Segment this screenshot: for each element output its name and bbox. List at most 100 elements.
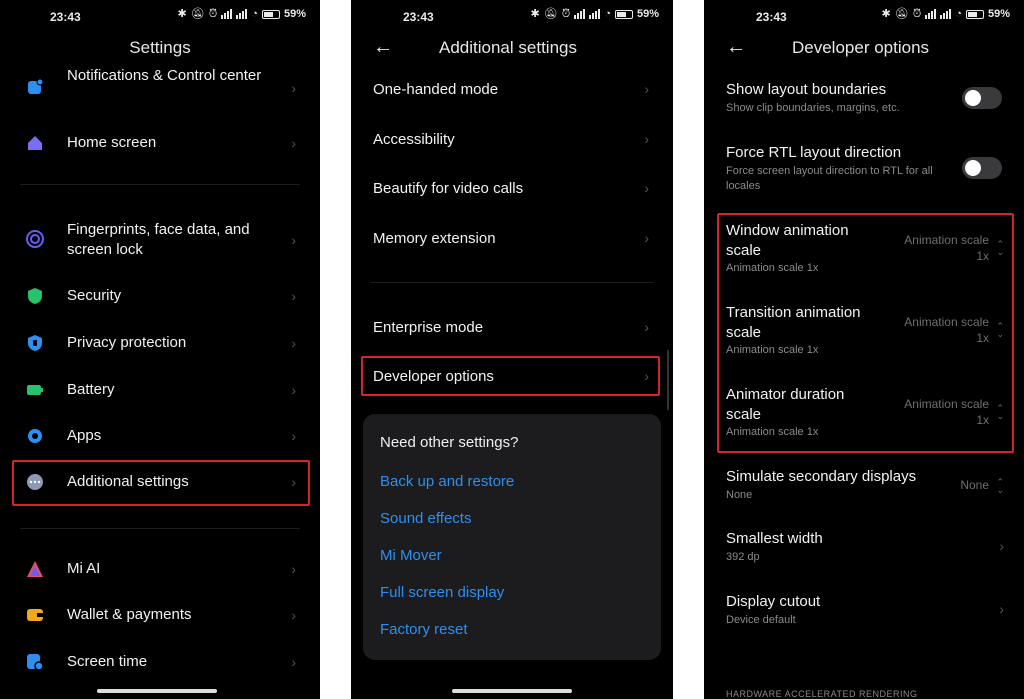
- status-icons: ✱ 🔕︎ ⏰︎ ◔ 59%: [882, 8, 1010, 20]
- wifi-icon: ◔: [604, 8, 611, 20]
- page-title: Settings: [129, 38, 191, 57]
- status-icons: ✱ 🔕︎ ⏰︎ ◔ 59%: [531, 8, 659, 20]
- settings-item-notifications[interactable]: Notifications & Control center ›: [0, 66, 320, 110]
- link-back-up-restore[interactable]: Back up and restore: [380, 473, 514, 490]
- settings-item-screen-time[interactable]: Screen time ›: [0, 648, 320, 676]
- link-sound-effects[interactable]: Sound effects: [380, 510, 471, 527]
- status-time: 23:43: [756, 10, 787, 24]
- settings-item-wallet[interactable]: Wallet & payments ›: [0, 601, 320, 629]
- home-indicator[interactable]: [452, 689, 572, 693]
- list-item-label: One-handed mode: [373, 81, 499, 98]
- chevron-right-icon: ›: [291, 654, 296, 670]
- chevron-right-icon: ›: [291, 428, 296, 444]
- bluetooth-icon: ✱: [881, 8, 891, 20]
- chevron-right-icon: ›: [644, 230, 649, 246]
- privacy-icon: [26, 334, 44, 352]
- scrollbar[interactable]: [667, 350, 669, 410]
- back-arrow-icon[interactable]: ←: [373, 36, 393, 58]
- bluetooth-icon: ✱: [177, 8, 187, 20]
- fingerprint-icon: [26, 230, 44, 248]
- chevron-right-icon: ›: [291, 232, 296, 248]
- settings-item-privacy[interactable]: Privacy protection ›: [0, 329, 320, 357]
- additional-item-accessibility[interactable]: Accessibility ›: [351, 128, 673, 152]
- section-caption: HARDWARE ACCELERATED RENDERING: [726, 689, 918, 699]
- additional-item-one-handed[interactable]: One-handed mode ›: [351, 78, 673, 102]
- mute-bell-icon: 🔕︎: [190, 8, 205, 20]
- chevron-right-icon: ›: [291, 80, 296, 96]
- settings-item-security[interactable]: Security ›: [0, 282, 320, 310]
- highlight-box: [361, 356, 660, 396]
- mute-bell-icon: 🔕︎: [894, 8, 909, 20]
- highlight-box: [717, 213, 1014, 453]
- wifi-icon: ◔: [955, 8, 962, 20]
- link-mi-mover[interactable]: Mi Mover: [380, 547, 442, 564]
- link-full-screen-display[interactable]: Full screen display: [380, 584, 504, 601]
- divider: [20, 184, 300, 185]
- battery-status-icon: [261, 9, 280, 19]
- settings-item-home-screen[interactable]: Home screen ›: [0, 128, 320, 158]
- setting-title: Force RTL layout direction: [726, 144, 902, 161]
- setting-title: Simulate secondary displays: [726, 468, 917, 485]
- chevron-right-icon: ›: [291, 288, 296, 304]
- back-arrow-icon[interactable]: ←: [726, 36, 746, 58]
- chevron-right-icon: ›: [291, 561, 296, 577]
- home-indicator[interactable]: [97, 689, 217, 693]
- setting-subtitle: Force screen layout direction to RTL for…: [726, 165, 933, 192]
- settings-item-label: Screen time: [67, 653, 148, 670]
- list-item-label: Accessibility: [373, 131, 455, 148]
- battery-percent: 59%: [636, 8, 659, 20]
- alarm-icon: ⏰︎: [912, 8, 922, 20]
- link-factory-reset[interactable]: Factory reset: [380, 621, 468, 638]
- alarm-icon: ⏰︎: [208, 8, 218, 20]
- apps-gear-icon: [26, 427, 44, 445]
- status-time: 23:43: [50, 10, 81, 24]
- chevron-right-icon: ›: [999, 538, 1004, 554]
- layout-boundaries-toggle[interactable]: [962, 87, 1002, 109]
- battery-status-icon: [614, 9, 633, 19]
- alarm-icon: ⏰︎: [561, 8, 571, 20]
- settings-item-label: Mi AI: [67, 560, 101, 577]
- settings-item-label: Battery: [67, 381, 115, 398]
- notifications-icon: [26, 78, 44, 96]
- additional-item-memory[interactable]: Memory extension ›: [351, 227, 673, 251]
- battery-status-icon: [965, 9, 984, 19]
- battery-percent: 59%: [987, 8, 1010, 20]
- chevron-right-icon: ›: [644, 180, 649, 196]
- settings-screen: 23:43 ✱ 🔕︎ ⏰︎ ◔ 59% Settings Notificatio…: [0, 0, 320, 699]
- status-time: 23:43: [403, 10, 434, 24]
- additional-settings-screen: 23:43 ✱ 🔕︎ ⏰︎ ◔ 59% ← Additional setting…: [351, 0, 673, 699]
- battery-percent: 59%: [283, 8, 306, 20]
- other-settings-card: Need other settings? Back up and restore…: [363, 414, 661, 660]
- additional-item-beautify[interactable]: Beautify for video calls ›: [351, 177, 673, 201]
- status-icons: ✱ 🔕︎ ⏰︎ ◔ 59%: [178, 8, 306, 20]
- chevron-right-icon: ›: [644, 319, 649, 335]
- screen-time-icon: [26, 653, 44, 671]
- developer-options-screen: 23:43 ✱ 🔕︎ ⏰︎ ◔ 59% ← Developer options …: [704, 0, 1024, 699]
- settings-item-battery[interactable]: Battery ›: [0, 376, 320, 404]
- setting-value: None: [960, 478, 989, 492]
- settings-item-fingerprints[interactable]: Fingerprints, face data, and screen lock…: [0, 218, 320, 262]
- page-title: Developer options: [792, 38, 930, 57]
- additional-item-enterprise[interactable]: Enterprise mode ›: [351, 316, 673, 340]
- signal-icon-2: [940, 9, 952, 19]
- chevron-right-icon: ›: [291, 135, 296, 151]
- list-item-label: Enterprise mode: [373, 319, 484, 336]
- status-bar: 23:43 ✱ 🔕︎ ⏰︎ ◔ 59%: [351, 0, 673, 34]
- up-down-arrows-icon: ⌃ ⌄: [996, 477, 1004, 495]
- setting-title: Display cutout: [726, 593, 821, 610]
- setting-subtitle: 392 dp: [726, 551, 760, 563]
- page-title: Additional settings: [439, 38, 577, 57]
- settings-item-mi-ai[interactable]: Mi AI ›: [0, 555, 320, 583]
- status-bar: 23:43 ✱ 🔕︎ ⏰︎ ◔ 59%: [704, 0, 1024, 34]
- settings-item-apps[interactable]: Apps ›: [0, 422, 320, 450]
- home-icon: [26, 134, 44, 152]
- signal-icon-2: [236, 9, 248, 19]
- highlight-box: [12, 460, 310, 506]
- force-rtl-toggle[interactable]: [962, 157, 1002, 179]
- wifi-icon: ◔: [251, 8, 258, 20]
- settings-item-label: Security: [67, 287, 122, 304]
- settings-item-label: Home screen: [67, 134, 157, 151]
- status-bar: 23:43 ✱ 🔕︎ ⏰︎ ◔ 59%: [0, 0, 320, 34]
- chevron-right-icon: ›: [644, 131, 649, 147]
- battery-icon: [26, 381, 44, 399]
